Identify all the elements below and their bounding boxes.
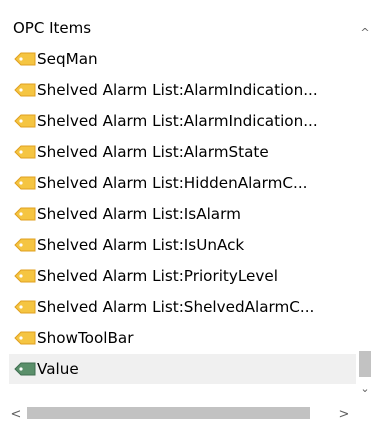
tag-icon (13, 298, 37, 316)
list-item[interactable]: Shelved Alarm List:ShelvedAlarmC... (9, 292, 356, 322)
list-item-selected[interactable]: Value (9, 354, 356, 384)
tag-icon (13, 112, 37, 130)
list-item[interactable]: SeqMan (9, 44, 356, 74)
scroll-up-arrow[interactable]: ^ (356, 23, 373, 41)
list-item[interactable]: Shelved Alarm List:AlarmIndication... (9, 75, 356, 105)
opc-items-list: OPC Items SeqMan Shelved Alarm List:Alar… (1, 1, 356, 399)
scrollbar-corner (356, 399, 373, 431)
list-item-label: Shelved Alarm List:AlarmIndication... (37, 81, 318, 99)
tag-icon (13, 236, 37, 254)
opc-items-panel: OPC Items SeqMan Shelved Alarm List:Alar… (0, 0, 373, 431)
list-item[interactable]: Shelved Alarm List:IsAlarm (9, 199, 356, 229)
tag-icon (13, 329, 37, 347)
list-item[interactable]: Shelved Alarm List:HiddenAlarmC... (9, 168, 356, 198)
list-item-label: Value (37, 360, 79, 378)
list-item-label: Shelved Alarm List:IsAlarm (37, 205, 241, 223)
tag-icon (13, 174, 37, 192)
list-item-label: Shelved Alarm List:IsUnAck (37, 236, 245, 254)
horizontal-scroll-thumb[interactable] (27, 407, 310, 419)
scroll-left-arrow[interactable]: < (7, 405, 25, 423)
scroll-down-arrow[interactable]: ⌄ (356, 379, 373, 397)
tag-icon (13, 81, 37, 99)
list-item[interactable]: ShowToolBar (9, 323, 356, 353)
vertical-scroll-thumb[interactable] (359, 351, 371, 377)
tag-icon (13, 50, 37, 68)
list-item-label: Shelved Alarm List:PriorityLevel (37, 267, 278, 285)
tag-icon (13, 267, 37, 285)
list-item[interactable]: Shelved Alarm List:AlarmIndication... (9, 106, 356, 136)
list-item[interactable]: Shelved Alarm List:PriorityLevel (9, 261, 356, 291)
vertical-scrollbar[interactable]: ^ ⌄ (356, 1, 373, 399)
list-item-label: SeqMan (37, 50, 98, 68)
horizontal-scrollbar[interactable]: < > (1, 399, 356, 431)
tag-icon (13, 360, 37, 378)
list-item-label: Shelved Alarm List:ShelvedAlarmC... (37, 298, 315, 316)
list-item-label: Shelved Alarm List:HiddenAlarmC... (37, 174, 308, 192)
list-item-label: Shelved Alarm List:AlarmState (37, 143, 269, 161)
scroll-right-arrow[interactable]: > (335, 405, 353, 423)
list-item[interactable]: Shelved Alarm List:IsUnAck (9, 230, 356, 260)
list-item[interactable]: Shelved Alarm List:AlarmState (9, 137, 356, 167)
list-item-label: ShowToolBar (37, 329, 134, 347)
tag-icon (13, 143, 37, 161)
list-item-label: Shelved Alarm List:AlarmIndication... (37, 112, 318, 130)
tag-icon (13, 205, 37, 223)
list-header: OPC Items (13, 19, 92, 37)
